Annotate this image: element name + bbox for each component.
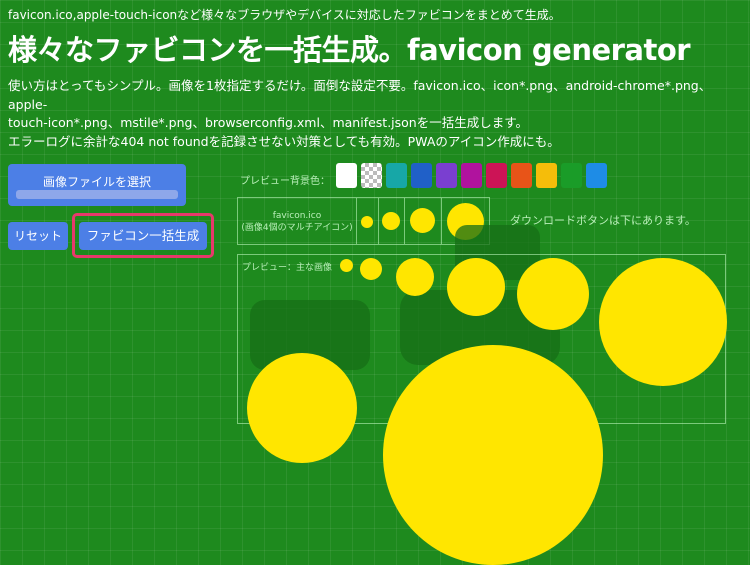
- background-swatch[interactable]: [486, 163, 507, 188]
- favicon-24-preview: [382, 212, 400, 230]
- icon-preview: [599, 258, 727, 386]
- background-swatch[interactable]: [561, 163, 582, 188]
- background-swatch[interactable]: [586, 163, 607, 188]
- icon-preview: [360, 258, 382, 280]
- reset-button[interactable]: リセット: [8, 222, 68, 250]
- description-line: touch-icon*.png、mstile*.png、browserconfi…: [8, 115, 528, 130]
- icon-preview: [340, 259, 353, 272]
- background-color-label: プレビュー背景色：: [240, 176, 330, 187]
- icon-preview: [447, 258, 505, 316]
- description-line: 使い方はとってもシンプル。画像を1枚指定するだけ。面倒な設定不要。favicon…: [8, 78, 712, 112]
- background-swatch[interactable]: [436, 163, 457, 188]
- select-image-label: 画像ファイルを選択: [42, 175, 151, 189]
- favicon-16-preview: [361, 216, 373, 228]
- icon-preview: [517, 258, 589, 330]
- divider: [356, 198, 357, 244]
- generate-button[interactable]: ファビコン一括生成: [79, 222, 207, 250]
- divider: [441, 198, 442, 244]
- favicon-32-preview: [410, 208, 435, 233]
- favicon-label-line: (画像4個のマルチアイコン): [241, 223, 353, 233]
- favicon-preview-box: favicon.ico (画像4個のマルチアイコン): [237, 197, 490, 245]
- download-note: ダウンロードボタンは下にあります。: [510, 214, 696, 227]
- background-swatch[interactable]: [536, 163, 557, 188]
- icon-preview: [396, 258, 434, 296]
- background-swatch[interactable]: [511, 163, 532, 188]
- tagline: favicon.ico,apple-touch-iconなど様々なブラウザやデバ…: [8, 8, 561, 22]
- divider: [404, 198, 405, 244]
- file-name-field: [16, 190, 178, 199]
- favicon-label-line: favicon.ico: [272, 211, 322, 221]
- background-swatch[interactable]: [336, 163, 357, 188]
- description-line: エラーログに余計な404 not foundを記録させない対策としても有効。PW…: [8, 133, 560, 149]
- main-preview-label: プレビュー：主な画像: [242, 263, 333, 273]
- favicon-label: favicon.ico (画像4個のマルチアイコン): [238, 210, 356, 234]
- background-swatch[interactable]: [386, 163, 407, 188]
- select-image-button[interactable]: 画像ファイルを選択: [8, 164, 186, 206]
- page-title: 様々なファビコンを一括生成。favicon generator: [8, 33, 691, 67]
- icon-preview: [383, 345, 603, 565]
- background-swatch[interactable]: [361, 163, 382, 188]
- icon-preview: [247, 353, 357, 463]
- description: 使い方はとってもシンプル。画像を1枚指定するだけ。面倒な設定不要。favicon…: [8, 77, 743, 151]
- background-swatch[interactable]: [411, 163, 432, 188]
- divider: [378, 198, 379, 244]
- background-swatch[interactable]: [461, 163, 482, 188]
